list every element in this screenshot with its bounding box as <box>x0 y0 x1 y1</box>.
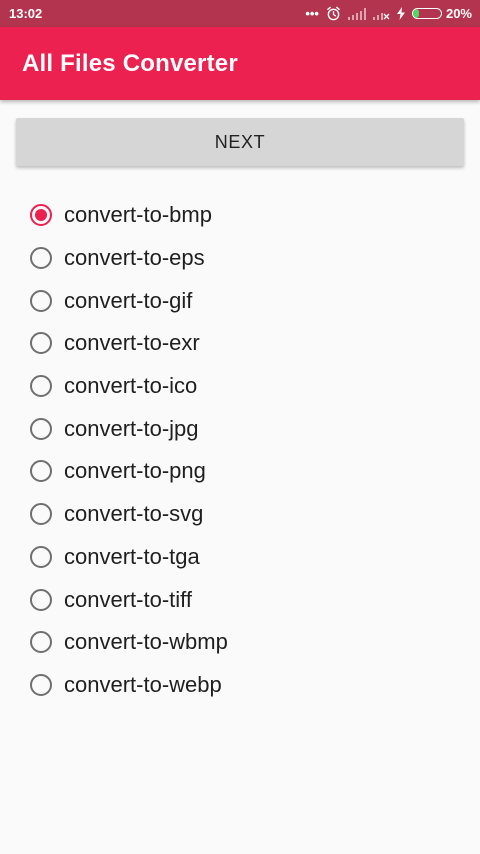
radio-button[interactable] <box>30 460 52 483</box>
radio-option[interactable]: convert-to-ico <box>30 365 228 408</box>
charging-icon <box>396 7 405 20</box>
radio-option-label: convert-to-svg <box>64 501 204 527</box>
status-bar: 13:02 ••• 20% <box>0 0 480 27</box>
signal-icon <box>347 7 366 20</box>
status-time: 13:02 <box>9 6 43 21</box>
radio-button[interactable] <box>30 673 52 696</box>
radio-button[interactable] <box>30 332 52 355</box>
radio-option[interactable]: convert-to-jpg <box>30 407 228 450</box>
next-button[interactable]: NEXT <box>16 118 464 166</box>
radio-button[interactable] <box>30 247 52 270</box>
radio-option[interactable]: convert-to-eps <box>30 237 228 280</box>
radio-option[interactable]: convert-to-tiff <box>30 578 228 621</box>
radio-button[interactable] <box>30 417 52 440</box>
battery-body <box>411 8 442 19</box>
radio-option[interactable]: convert-to-gif <box>30 279 228 322</box>
radio-option-label: convert-to-tiff <box>64 586 192 612</box>
radio-button[interactable] <box>30 588 52 611</box>
radio-option-label: convert-to-webp <box>64 671 222 697</box>
radio-option-label: convert-to-exr <box>64 330 200 356</box>
radio-option[interactable]: convert-to-png <box>30 450 228 493</box>
radio-option-label: convert-to-ico <box>64 373 198 399</box>
alarm-icon <box>326 6 341 21</box>
radio-option-label: convert-to-eps <box>64 245 205 271</box>
battery-percent: 20% <box>445 6 472 21</box>
battery-fill <box>412 9 419 18</box>
app-bar: All Files Converter <box>0 27 480 100</box>
radio-button[interactable] <box>30 503 52 526</box>
signal-no-service-icon <box>372 8 390 20</box>
radio-button[interactable] <box>30 289 52 312</box>
radio-option-label: convert-to-tga <box>64 543 200 569</box>
radio-option[interactable]: convert-to-wbmp <box>30 621 228 664</box>
format-radio-group: convert-to-bmp convert-to-eps convert-to-g… <box>30 194 228 706</box>
radio-option-label: convert-to-bmp <box>64 202 212 228</box>
radio-button-checked[interactable] <box>30 204 52 227</box>
radio-option[interactable]: convert-to-tga <box>30 536 228 579</box>
radio-button[interactable] <box>30 545 52 568</box>
more-notifications-icon: ••• <box>305 6 319 21</box>
radio-option[interactable]: convert-to-bmp <box>30 194 228 237</box>
radio-option[interactable]: convert-to-webp <box>30 664 228 707</box>
radio-button[interactable] <box>30 631 52 654</box>
radio-option-label: convert-to-gif <box>64 287 193 313</box>
radio-option[interactable]: convert-to-exr <box>30 322 228 365</box>
radio-option[interactable]: convert-to-svg <box>30 493 228 536</box>
battery-icon: 20% <box>411 6 472 21</box>
radio-option-label: convert-to-wbmp <box>64 629 228 655</box>
status-icons: ••• 20% <box>305 6 472 21</box>
radio-option-label: convert-to-jpg <box>64 415 199 441</box>
radio-button[interactable] <box>30 375 52 398</box>
app-title: All Files Converter <box>22 49 238 77</box>
radio-option-label: convert-to-png <box>64 458 206 484</box>
